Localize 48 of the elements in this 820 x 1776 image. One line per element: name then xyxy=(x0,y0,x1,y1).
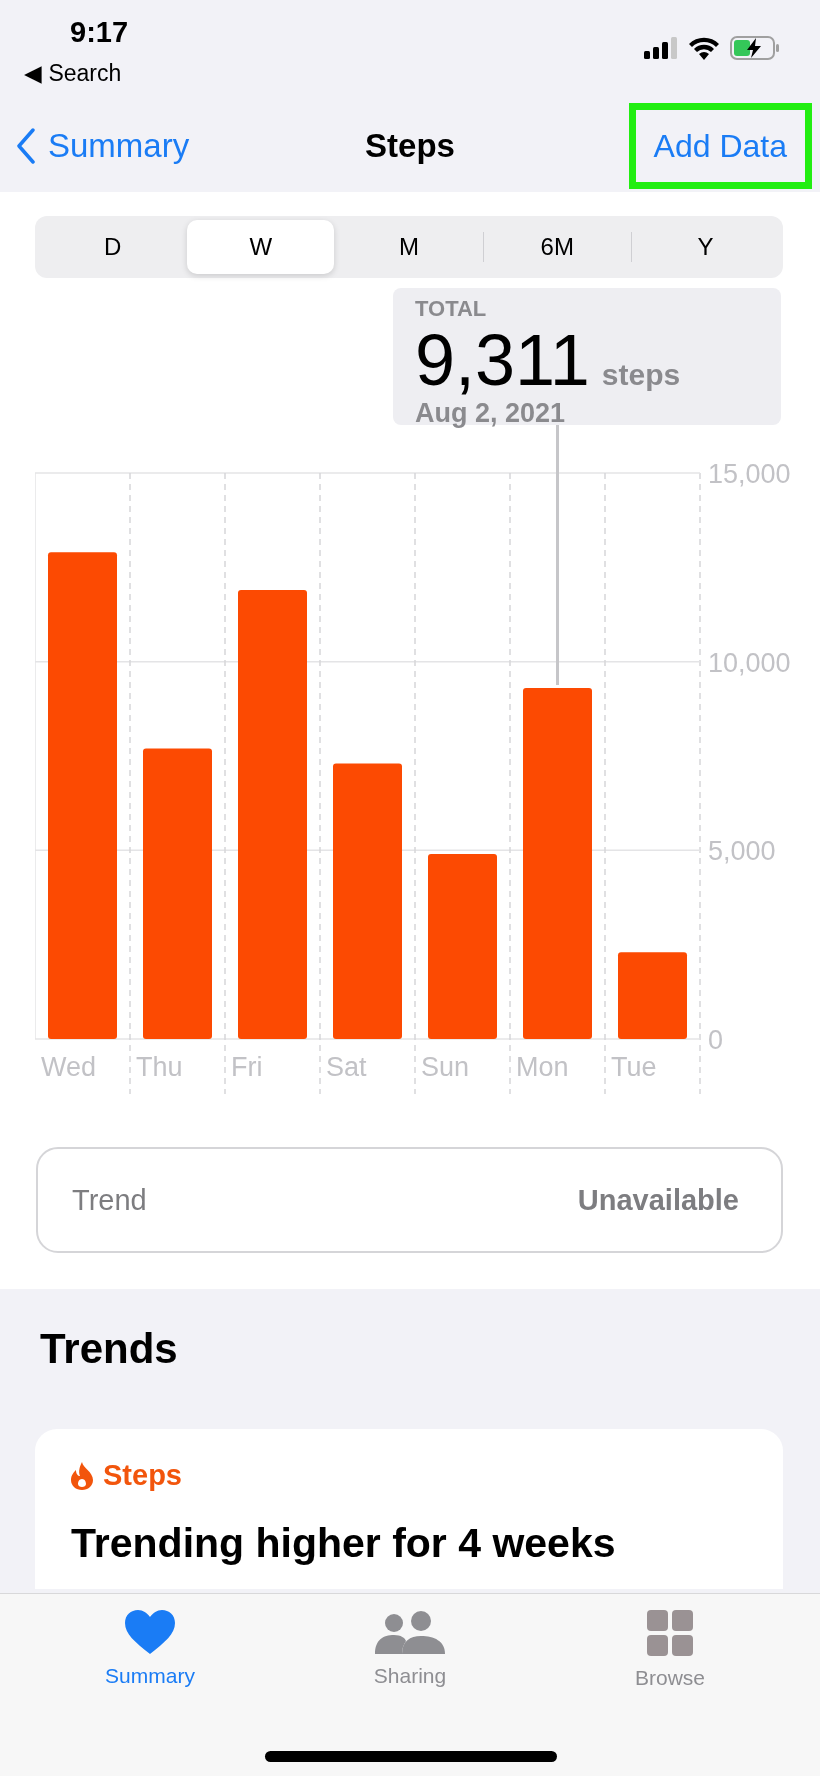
trend-card[interactable]: Steps Trending higher for 4 weeks xyxy=(35,1429,783,1589)
axis-label: 10,000 xyxy=(708,647,791,678)
bar[interactable] xyxy=(48,552,117,1039)
trend-label: Trend xyxy=(72,1183,147,1217)
segment-tab[interactable]: M xyxy=(335,220,483,274)
date-label: Aug 2, 2021 xyxy=(415,398,567,429)
axis-label: 5,000 xyxy=(708,836,776,867)
axis-label: Tue xyxy=(611,1052,657,1082)
trend-headline: Trending higher for 4 weeks xyxy=(71,1520,616,1567)
trend-value: Unavailable xyxy=(577,1183,739,1217)
status-time: 9:17 xyxy=(70,16,129,49)
bar[interactable] xyxy=(238,589,307,1039)
signal-icon xyxy=(644,37,678,59)
battery-charging-icon xyxy=(730,36,780,60)
chevron-left-icon xyxy=(16,128,36,164)
axis-label: 0 xyxy=(708,1025,724,1055)
axis-label: Mon xyxy=(516,1052,569,1082)
trend-row[interactable]: Trend Unavailable xyxy=(36,1147,783,1253)
axis-label: Thu xyxy=(136,1052,183,1082)
back-to-app-link[interactable]: ◀ Search xyxy=(24,60,122,87)
axis-label: Sun xyxy=(421,1052,470,1082)
wifi-icon xyxy=(688,36,720,60)
category-label: Steps xyxy=(103,1459,182,1492)
segment-tab[interactable]: W xyxy=(187,220,335,274)
people-icon xyxy=(375,1610,445,1654)
segment-tab[interactable]: 6M xyxy=(483,220,631,274)
page-title: Steps xyxy=(365,127,455,164)
tooltip-heading: TOTAL xyxy=(415,296,488,322)
bar[interactable] xyxy=(428,854,497,1039)
bar[interactable] xyxy=(523,688,592,1039)
segment-tab[interactable]: D xyxy=(39,220,187,274)
flame-icon xyxy=(71,1461,93,1490)
axis-label: Wed xyxy=(41,1052,97,1082)
section-title: Trends xyxy=(40,1325,178,1373)
axis-label: 15,000 xyxy=(708,459,791,489)
back-button[interactable]: Summary xyxy=(16,127,190,165)
axis-label: Sat xyxy=(326,1052,367,1082)
add-data-button[interactable]: Add Data xyxy=(628,103,812,189)
grid-icon xyxy=(647,1610,693,1656)
total-value: 9,311 xyxy=(415,324,590,396)
bar[interactable] xyxy=(618,952,687,1039)
heart-icon xyxy=(125,1610,175,1654)
unit-label: steps xyxy=(601,358,681,392)
segment-tab[interactable]: Y xyxy=(631,220,779,274)
axis-label: Fri xyxy=(231,1052,263,1082)
bar[interactable] xyxy=(143,748,212,1039)
bar[interactable] xyxy=(333,763,402,1039)
tab-bar-item[interactable]: Summary xyxy=(20,1594,280,1704)
